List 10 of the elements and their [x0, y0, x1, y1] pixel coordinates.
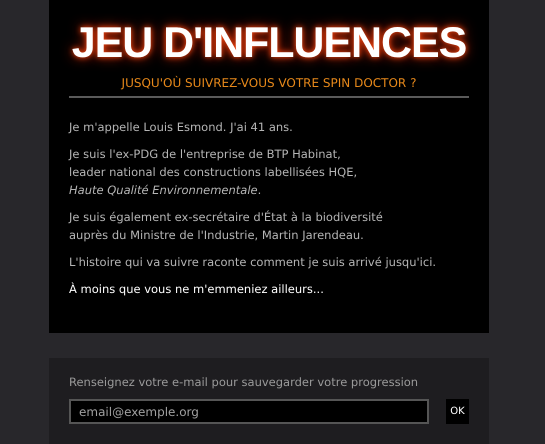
- subtitle: JUSQU'OÙ SUIVREZ-VOUS VOTRE SPIN DOCTOR ?: [122, 74, 416, 92]
- game-title: JEU D'INFLUENCES: [72, 18, 466, 69]
- story-paragraph: Je suis également ex-secrétaire d'État à la biodiversité auprès du Ministre de l'Industrie, Martin Jarendeau.: [69, 209, 384, 244]
- email-field[interactable]: email@exemple.org: [69, 399, 429, 424]
- ok-button[interactable]: OK: [446, 399, 469, 424]
- story-paragraph: À moins que vous ne m'emmeniez ailleurs...: [69, 281, 325, 298]
- story-paragraph: Je m'appelle Louis Esmond. J'ai 41 ans.: [69, 119, 294, 136]
- story-paragraph: Je suis l'ex-PDG de l'entreprise de BTP Habinat, leader national des constructions labellisées HQE, Haute Qualité Environnementale.: [69, 146, 358, 199]
- save-prompt: Renseignez votre e-mail pour sauvegarder votre progression: [69, 374, 420, 391]
- story-paragraph: L'histoire qui va suivre raconte comment je suis arrivé jusqu'ici.: [69, 254, 438, 271]
